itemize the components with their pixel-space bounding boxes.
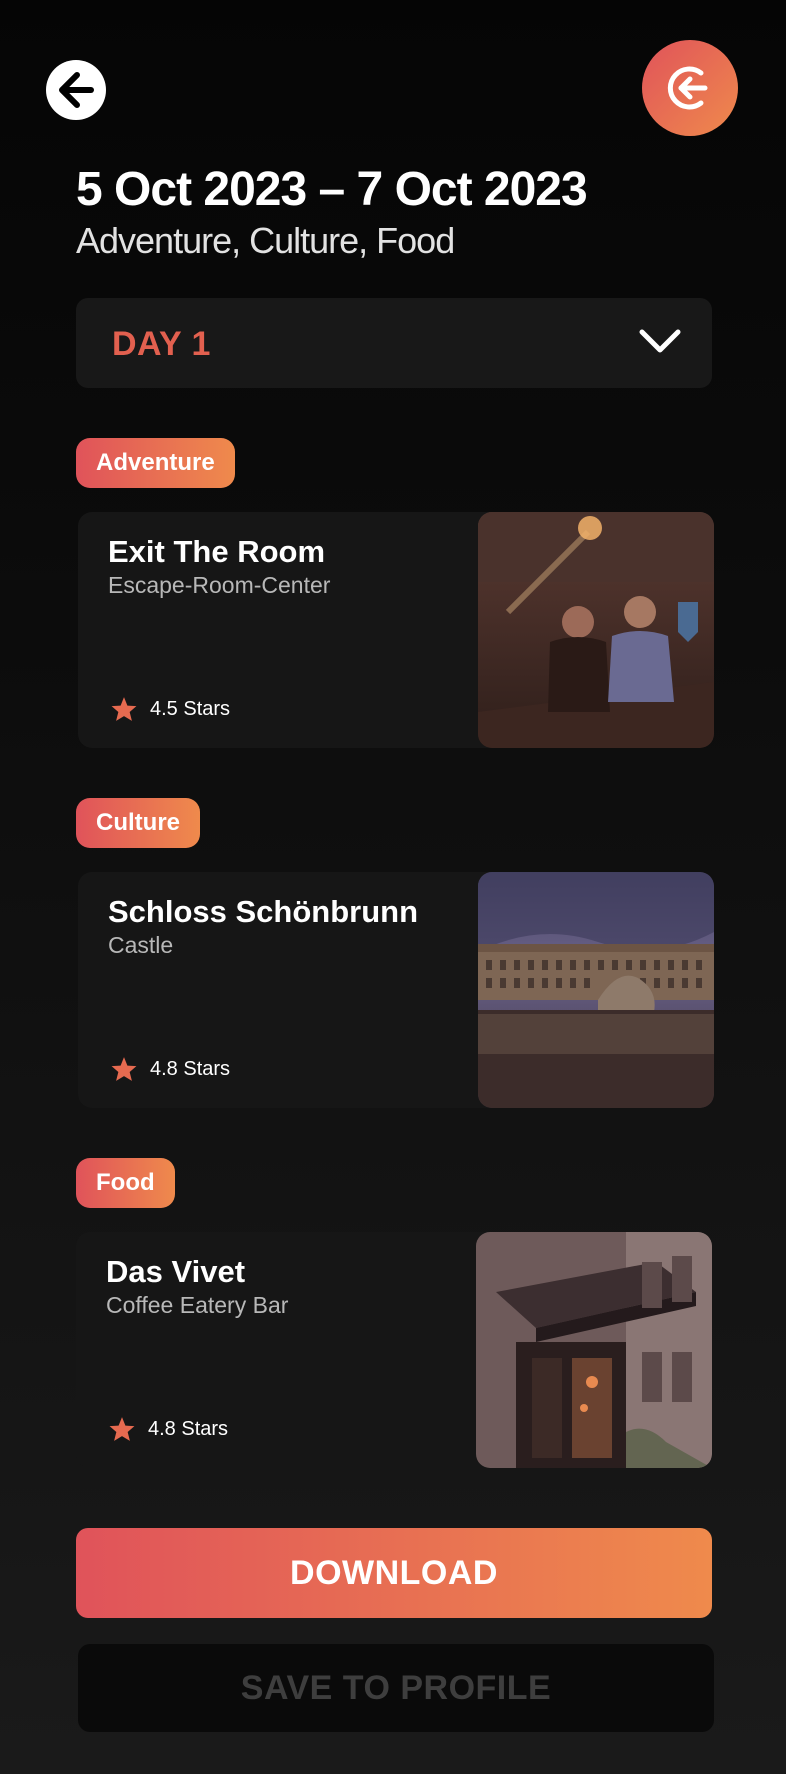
activity-image xyxy=(478,512,714,748)
category-tag-culture[interactable]: Culture xyxy=(76,798,200,848)
activity-image xyxy=(476,1232,712,1468)
day-selector-label: DAY 1 xyxy=(112,325,211,363)
trip-date-range: 5 Oct 2023 – 7 Oct 2023 xyxy=(76,163,588,216)
activity-type: Coffee Eatery Bar xyxy=(106,1292,289,1318)
star-icon xyxy=(111,697,137,721)
activity-image xyxy=(478,872,714,1108)
logout-icon xyxy=(667,66,708,110)
activity-title: Exit The Room xyxy=(108,534,326,569)
star-icon xyxy=(109,1417,135,1441)
activity-type: Castle xyxy=(108,932,174,958)
download-button[interactable]: DOWNLOAD xyxy=(76,1528,712,1618)
category-tag-adventure[interactable]: Adventure xyxy=(76,438,235,488)
activity-title: Schloss Schönbrunn xyxy=(108,894,419,929)
category-tag-food[interactable]: Food xyxy=(76,1158,175,1208)
activity-title: Das Vivet xyxy=(106,1254,246,1289)
activity-rating: 4.5 Stars xyxy=(110,696,230,722)
activity-type: Escape-Room-Center xyxy=(108,572,331,598)
arrow-left-icon xyxy=(59,72,94,108)
trip-interests: Adventure, Culture, Food xyxy=(76,220,455,261)
logout-button[interactable] xyxy=(642,40,738,136)
activity-card[interactable]: Das Vivet Coffee Eatery Bar 4.8 Stars xyxy=(76,1232,712,1468)
activity-rating: 4.8 Stars xyxy=(110,1056,230,1082)
rating-text: 4.8 Stars xyxy=(148,1417,229,1440)
rating-text: 4.8 Stars xyxy=(150,1057,231,1080)
activity-rating: 4.8 Stars xyxy=(108,1416,228,1442)
rating-text: 4.5 Stars xyxy=(150,697,231,720)
activity-card[interactable]: Schloss Schönbrunn Castle 4.8 Stars xyxy=(78,872,714,1108)
activity-card[interactable]: Exit The Room Escape-Room-Center 4.5 Sta… xyxy=(78,512,714,748)
day-selector[interactable]: DAY 1 xyxy=(76,298,712,388)
save-to-profile-button[interactable]: SAVE TO PROFILE xyxy=(78,1644,714,1732)
back-button[interactable] xyxy=(46,60,106,120)
star-icon xyxy=(111,1057,137,1081)
chevron-down-icon xyxy=(638,326,682,361)
